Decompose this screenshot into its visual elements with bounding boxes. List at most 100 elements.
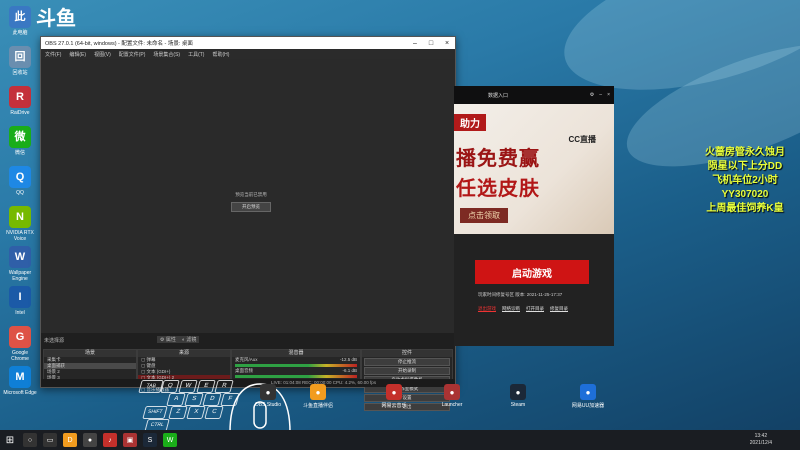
properties-button[interactable]: ⚙ 属性 <box>157 336 179 343</box>
launcher-taskbar-icon[interactable]: ▣ <box>123 433 137 447</box>
wallpaper-engine-icon: W <box>9 246 31 268</box>
streamer-logo: 斗鱼 <box>36 8 76 30</box>
mixer-track-db: -12.5 dB <box>339 357 357 362</box>
obs-window: OBS 27.0.1 (64-bit, windows) - 配置文件: 未命名… <box>40 36 456 411</box>
menu-item[interactable]: 帮助(H) <box>212 51 229 58</box>
desktop-icon[interactable]: M Microsoft Edge <box>3 366 37 396</box>
launcher-link[interactable]: 网络诊断 <box>502 306 520 312</box>
netease-taskbar-icon[interactable]: ♪ <box>103 433 117 447</box>
no-source-label: 未选择源 <box>44 338 65 344</box>
desktop-app-shortcut[interactable]: ● 网易云音乐 <box>374 384 414 409</box>
menu-item[interactable]: 配置文件(P) <box>119 51 146 58</box>
menu-item[interactable]: 工具(T) <box>188 51 204 58</box>
data-entry-link[interactable]: 数据入口 <box>488 92 508 99</box>
desktop-app-shortcut[interactable]: ● 斗鱼直播伴侣 <box>298 384 338 409</box>
desktop-icon-label: Intel <box>15 310 25 316</box>
taskbar: ⊞ ○ ▭ D ● ♪ ▣ S W 13:42 2021/12/4 <box>0 430 800 450</box>
keyboard-key: C <box>204 406 224 419</box>
search-icon[interactable]: ○ <box>23 433 37 447</box>
app-label: Launcher <box>441 402 463 408</box>
edge-icon: M <box>9 366 31 388</box>
desktop-icon-label: 微信 <box>14 150 25 156</box>
mixer-dock: 混音器 麦克风/Aux -12.5 dB 桌面音频 -6.1 dB <box>231 349 361 383</box>
menu-item[interactable]: 场景集合(S) <box>153 51 180 58</box>
mixer-track-name: 麦克风/Aux <box>235 357 258 362</box>
keyboard-key: E <box>196 380 216 393</box>
uu-icon: ● <box>580 384 596 400</box>
douyu-taskbar-icon[interactable]: D <box>63 433 77 447</box>
launcher-link[interactable]: 打开目录 <box>526 306 544 312</box>
volume-meter <box>235 364 357 367</box>
app-label: 斗鱼直播伴侣 <box>302 403 333 409</box>
nvidia-icon: N <box>9 206 31 228</box>
raidrive-icon: R <box>9 86 31 108</box>
keyboard-key: A <box>166 393 186 406</box>
desktop-icon[interactable]: N NVIDIA RTX Voice <box>3 206 37 242</box>
desktop-icon[interactable]: I Intel <box>3 286 37 316</box>
desktop-app-shortcut[interactable]: ● Launcher <box>432 384 472 408</box>
desktop-app-shortcut[interactable]: ● OBS Studio <box>248 384 288 408</box>
desktop-icon-label: RaiDrive <box>10 110 30 116</box>
keyboard-key: SHIFT <box>142 406 168 419</box>
intel-icon: I <box>9 286 31 308</box>
mixer-track-name: 桌面音频 <box>235 368 253 373</box>
desktop-icon[interactable]: G Google Chrome <box>3 326 37 362</box>
minimize-icon[interactable]: – <box>599 92 602 98</box>
desktop-icon[interactable]: 回回收站 <box>3 46 37 76</box>
clock-date: 2021/12/4 <box>749 440 772 446</box>
windows-start-icon[interactable]: ⊞ <box>3 433 17 447</box>
app-label: OBS Studio <box>254 402 282 408</box>
desktop-icon[interactable]: 微微信 <box>3 126 37 156</box>
banner-line-3: 任选皮肤 <box>456 178 540 200</box>
desktop-icon-label: 回收站 <box>12 70 28 76</box>
mixer-track-label: 桌面音频 -6.1 dB <box>232 368 360 374</box>
enable-preview-button[interactable]: 开启预览 <box>231 202 271 212</box>
desktop-app-shortcut[interactable]: ● Steam <box>498 384 538 408</box>
desktop-icon-label: NVIDIA RTX Voice <box>6 230 34 242</box>
obs-taskbar-icon[interactable]: ● <box>83 433 97 447</box>
obs-preview[interactable]: 预览当前已禁用 开启预览 <box>41 59 455 333</box>
obs-title-bar: OBS 27.0.1 (64-bit, windows) - 配置文件: 未命名… <box>41 37 455 49</box>
recycle-bin-icon: 回 <box>9 46 31 68</box>
close-icon[interactable]: × <box>607 92 610 98</box>
keyboard-key: Z <box>168 406 188 419</box>
overlay-line: 火蔷房管永久蚀月 <box>705 147 785 158</box>
launcher-banner[interactable]: 助力 CC直播 播免费赢 任选皮肤 点击领取 <box>454 104 614 234</box>
steam-taskbar-icon[interactable]: S <box>143 433 157 447</box>
wechat-taskbar-icon[interactable]: W <box>163 433 177 447</box>
menu-item[interactable]: 文件(F) <box>45 51 61 58</box>
gear-icon[interactable]: ⚙ <box>590 92 594 98</box>
steam-icon: ● <box>510 384 526 400</box>
obs-source-toolbar: 未选择源 ⚙ 属性 ◐ 滤镜 <box>41 335 455 345</box>
keyboard-key: W <box>178 380 198 393</box>
control-button[interactable]: 开始录制 <box>364 367 450 375</box>
start-game-button[interactable]: 启动游戏 <box>475 260 589 284</box>
launcher-link[interactable]: 退出游戏 <box>478 306 496 312</box>
launcher-top-bar: 数据入口 ⚙ – × <box>454 86 614 104</box>
desktop-icon-label: QQ <box>16 190 24 196</box>
banner-claim-button[interactable]: 点击领取 <box>460 208 508 223</box>
desktop-icon[interactable]: 此此电脑 <box>3 6 37 36</box>
menu-item[interactable]: 编辑(E) <box>69 51 86 58</box>
control-button[interactable]: 停止推流 <box>364 358 450 366</box>
system-clock[interactable]: 13:42 2021/12/4 <box>750 433 772 447</box>
banner-headline: 助力 <box>454 114 486 131</box>
desktop-icon-label: Google Chrome <box>11 350 29 362</box>
close-icon[interactable]: × <box>439 40 455 47</box>
sources-dock-title: 来源 <box>138 350 230 357</box>
mixer-track-db: -6.1 dB <box>342 368 357 373</box>
desktop-icon[interactable]: Q QQ <box>3 166 37 196</box>
minimize-icon[interactable]: – <box>407 40 423 47</box>
launcher-links: 退出游戏 网络诊断 打开目录 修复目录 <box>478 306 568 312</box>
desktop-icon[interactable]: R RaiDrive <box>3 86 37 116</box>
launcher-link[interactable]: 修复目录 <box>550 306 568 312</box>
desktop-icon[interactable]: W Wallpaper Engine <box>3 246 37 282</box>
task-view-icon[interactable]: ▭ <box>43 433 57 447</box>
menu-item[interactable]: 视图(V) <box>94 51 111 58</box>
maximize-icon[interactable]: □ <box>423 40 439 47</box>
cc-live-logo: CC直播 <box>568 135 596 144</box>
netease-music-icon: ● <box>386 384 402 400</box>
filters-button[interactable]: ◐ 滤镜 <box>179 336 200 343</box>
desktop-app-shortcut[interactable]: ● 网易UU加速器 <box>568 384 608 409</box>
obs-menu-bar: 文件(F) 编辑(E) 视图(V) 配置文件(P) 场景集合(S) 工具(T) 帮助(H) <box>41 49 455 59</box>
